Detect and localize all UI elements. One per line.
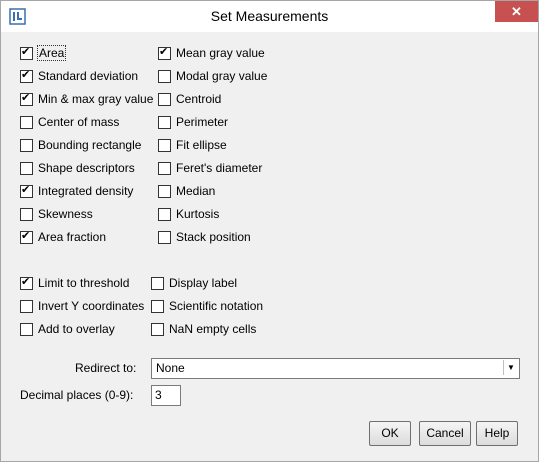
checkbox-label: Bounding rectangle <box>38 138 142 152</box>
decimal-places-input[interactable]: 3 <box>151 385 181 406</box>
checkbox-unchecked-icon[interactable] <box>20 115 33 129</box>
checkbox-standard-deviation[interactable]: Standard deviation <box>20 67 138 85</box>
set-measurements-dialog: Set Measurements ✕ Area Standard deviatio… <box>0 0 539 462</box>
checkbox-integrated-density[interactable]: Integrated density <box>20 182 133 200</box>
redirect-label: Redirect to: <box>75 361 137 375</box>
redirect-value: None <box>156 361 185 375</box>
checkbox-checked-icon[interactable] <box>20 183 33 198</box>
checkbox-unchecked-icon[interactable] <box>20 299 33 313</box>
title-bar[interactable]: Set Measurements ✕ <box>1 1 538 32</box>
checkbox-shape-descriptors[interactable]: Shape descriptors <box>20 159 135 177</box>
checkbox-label: Skewness <box>38 207 93 221</box>
checkbox-feret-s-diameter[interactable]: Feret's diameter <box>158 159 262 177</box>
ok-button[interactable]: OK <box>369 421 411 446</box>
checkbox-label: Mean gray value <box>176 46 265 60</box>
checkbox-checked-icon[interactable] <box>20 229 33 244</box>
checkbox-label: Add to overlay <box>38 322 115 336</box>
checkbox-area-fraction[interactable]: Area fraction <box>20 228 106 246</box>
close-icon: ✕ <box>511 4 522 19</box>
checkbox-unchecked-icon[interactable] <box>158 207 171 221</box>
checkbox-label: Feret's diameter <box>176 161 263 175</box>
checkbox-bounding-rectangle[interactable]: Bounding rectangle <box>20 136 141 154</box>
checkbox-center-of-mass[interactable]: Center of mass <box>20 113 119 131</box>
checkbox-label: Modal gray value <box>176 69 268 83</box>
checkbox-label: Area <box>36 45 67 61</box>
checkbox-label: Standard deviation <box>38 69 139 83</box>
checkbox-kurtosis[interactable]: Kurtosis <box>158 205 219 223</box>
checkbox-unchecked-icon[interactable] <box>158 138 171 152</box>
checkbox-label: Limit to threshold <box>38 276 130 290</box>
checkbox-unchecked-icon[interactable] <box>20 161 33 175</box>
checkbox-unchecked-icon[interactable] <box>20 138 33 152</box>
checkbox-median[interactable]: Median <box>158 182 215 200</box>
checkbox-label: Integrated density <box>38 184 134 198</box>
checkbox-checked-icon[interactable] <box>20 91 33 106</box>
window-title: Set Measurements <box>210 8 329 24</box>
checkbox-unchecked-icon[interactable] <box>20 207 33 221</box>
checkbox-checked-icon[interactable] <box>20 68 33 83</box>
checkbox-mean-gray-value[interactable]: Mean gray value <box>158 44 265 62</box>
checkbox-label: Stack position <box>176 230 251 244</box>
decimal-places-label: Decimal places (0-9): <box>20 388 134 402</box>
checkbox-unchecked-icon[interactable] <box>158 69 171 83</box>
checkbox-add-to-overlay[interactable]: Add to overlay <box>20 320 115 338</box>
redirect-select[interactable]: None ▼ <box>151 358 520 379</box>
help-button[interactable]: Help <box>476 421 518 446</box>
dialog-content: Area Standard deviation Min & max gray val… <box>8 32 531 454</box>
checkbox-checked-icon[interactable] <box>158 45 171 60</box>
checkbox-label: Invert Y coordinates <box>38 299 145 313</box>
checkbox-fit-ellipse[interactable]: Fit ellipse <box>158 136 227 154</box>
chevron-down-icon[interactable]: ▼ <box>503 360 518 375</box>
checkbox-perimeter[interactable]: Perimeter <box>158 113 228 131</box>
checkbox-label: Kurtosis <box>176 207 220 221</box>
decimal-places-value: 3 <box>155 388 162 402</box>
checkbox-invert-y-coordinates[interactable]: Invert Y coordinates <box>20 297 144 315</box>
checkbox-unchecked-icon[interactable] <box>158 115 171 129</box>
checkbox-label: Centroid <box>176 92 222 106</box>
checkbox-label: Fit ellipse <box>176 138 227 152</box>
checkbox-label: Min & max gray value <box>38 92 154 106</box>
checkbox-unchecked-icon[interactable] <box>20 322 33 336</box>
checkbox-scientific-notation[interactable]: Scientific notation <box>151 297 263 315</box>
checkbox-unchecked-icon[interactable] <box>158 161 171 175</box>
checkbox-nan-empty-cells[interactable]: NaN empty cells <box>151 320 256 338</box>
checkbox-min-max-gray-value[interactable]: Min & max gray value <box>20 90 153 108</box>
checkbox-display-label[interactable]: Display label <box>151 274 237 292</box>
cancel-button[interactable]: Cancel <box>419 421 471 446</box>
checkbox-label: Shape descriptors <box>38 161 135 175</box>
checkbox-unchecked-icon[interactable] <box>158 184 171 198</box>
checkbox-unchecked-icon[interactable] <box>151 322 164 336</box>
close-button[interactable]: ✕ <box>495 1 538 22</box>
checkbox-area[interactable]: Area <box>20 44 67 62</box>
checkbox-stack-position[interactable]: Stack position <box>158 228 251 246</box>
checkbox-skewness[interactable]: Skewness <box>20 205 93 223</box>
checkbox-centroid[interactable]: Centroid <box>158 90 221 108</box>
checkbox-checked-icon[interactable] <box>20 45 33 60</box>
checkbox-unchecked-icon[interactable] <box>151 299 164 313</box>
checkbox-label: NaN empty cells <box>169 322 257 336</box>
checkbox-unchecked-icon[interactable] <box>158 92 171 106</box>
checkbox-label: Display label <box>169 276 238 290</box>
checkbox-unchecked-icon[interactable] <box>158 230 171 244</box>
checkbox-label: Area fraction <box>38 230 107 244</box>
checkbox-label: Perimeter <box>176 115 229 129</box>
checkbox-label: Median <box>176 184 216 198</box>
checkbox-checked-icon[interactable] <box>20 275 33 290</box>
checkbox-unchecked-icon[interactable] <box>151 276 164 290</box>
checkbox-modal-gray-value[interactable]: Modal gray value <box>158 67 267 85</box>
checkbox-label: Center of mass <box>38 115 120 129</box>
checkbox-limit-to-threshold[interactable]: Limit to threshold <box>20 274 129 292</box>
checkbox-label: Scientific notation <box>169 299 264 313</box>
